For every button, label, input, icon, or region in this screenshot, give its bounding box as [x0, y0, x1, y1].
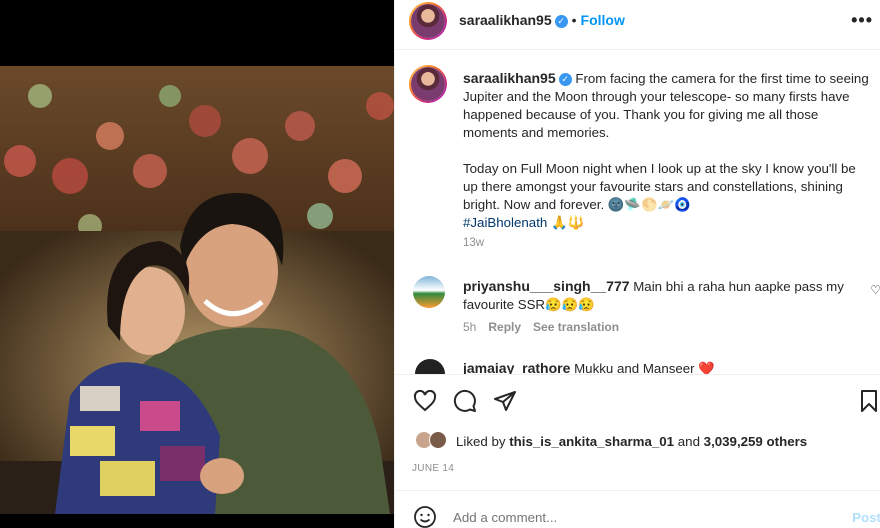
separator-dot: • — [571, 12, 577, 28]
liked-by-text: Liked by this_is_ankita_sharma_01 and 3,… — [456, 434, 807, 449]
post-header: saraalikhan95 ✓ • Follow ••• — [395, 0, 880, 50]
reply-button[interactable]: Reply — [488, 320, 521, 334]
caption-paragraph-2: Today on Full Moon night when I look up … — [463, 161, 856, 212]
emoji-smile-icon[interactable] — [413, 505, 437, 528]
photo-image — [0, 66, 394, 514]
save-bookmark-icon[interactable] — [857, 389, 880, 413]
verified-badge-icon: ✓ — [554, 15, 568, 28]
caption-author-avatar[interactable] — [409, 65, 447, 103]
post-photo[interactable] — [0, 66, 394, 514]
post-caption: saraalikhan95 ✓ From facing the camera fo… — [463, 69, 873, 232]
comment-item-2: jamaiay_rathore Mukku and Manseer ❤️ — [463, 359, 715, 374]
caption-username[interactable]: saraalikhan95 — [463, 70, 556, 86]
liker-avatar-2 — [429, 431, 447, 449]
liked-by-prefix: Liked by — [456, 434, 506, 449]
author-username[interactable]: saraalikhan95 — [459, 12, 552, 28]
author-avatar[interactable] — [409, 2, 447, 40]
post-media[interactable] — [0, 0, 394, 528]
post-date[interactable]: JUNE 14 — [412, 463, 454, 474]
like-heart-icon[interactable] — [413, 389, 437, 413]
post-actions: Liked by this_is_ankita_sharma_01 and 3,… — [395, 374, 880, 488]
liked-by-avatars[interactable] — [415, 431, 455, 451]
add-comment-bar: Post — [395, 490, 880, 528]
commenter-avatar-2[interactable] — [415, 359, 445, 374]
liked-by-and: and — [677, 434, 700, 449]
comment-item: priyanshu___singh__777 Main bhi a raha h… — [463, 277, 863, 314]
caption-timestamp[interactable]: 13w — [463, 237, 484, 249]
comment-timestamp[interactable]: 5h — [463, 320, 476, 334]
comment-meta: 5h Reply See translation — [463, 320, 631, 334]
post-comment-button[interactable]: Post — [852, 510, 880, 525]
comment-like-heart-icon[interactable]: ♡ — [870, 283, 880, 297]
commenter-avatar[interactable] — [413, 276, 445, 308]
see-translation-button[interactable]: See translation — [533, 320, 619, 334]
header-user-row: saraalikhan95 ✓ • Follow — [459, 12, 625, 28]
comment-text-2: Mukku and Manseer ❤️ — [574, 361, 715, 374]
comment-icon[interactable] — [453, 389, 477, 413]
hashtag-link[interactable]: #JaiBholenath 🙏🔱 — [463, 215, 584, 230]
add-comment-input[interactable] — [453, 510, 833, 525]
comments-section[interactable]: saraalikhan95 ✓ From facing the camera fo… — [395, 51, 880, 374]
more-options-icon[interactable]: ••• — [851, 10, 873, 31]
share-icon[interactable] — [493, 389, 517, 413]
commenter-username-2[interactable]: jamaiay_rathore — [463, 360, 570, 374]
post-details-panel: saraalikhan95 ✓ • Follow ••• saraalikhan95 ✓… — [394, 0, 880, 528]
liked-by-user[interactable]: this_is_ankita_sharma_01 — [509, 434, 674, 449]
follow-button[interactable]: Follow — [581, 12, 625, 28]
caption-verified-badge-icon: ✓ — [558, 73, 572, 86]
likes-count[interactable]: 3,039,259 others — [704, 434, 808, 449]
commenter-username[interactable]: priyanshu___singh__777 — [463, 278, 630, 294]
